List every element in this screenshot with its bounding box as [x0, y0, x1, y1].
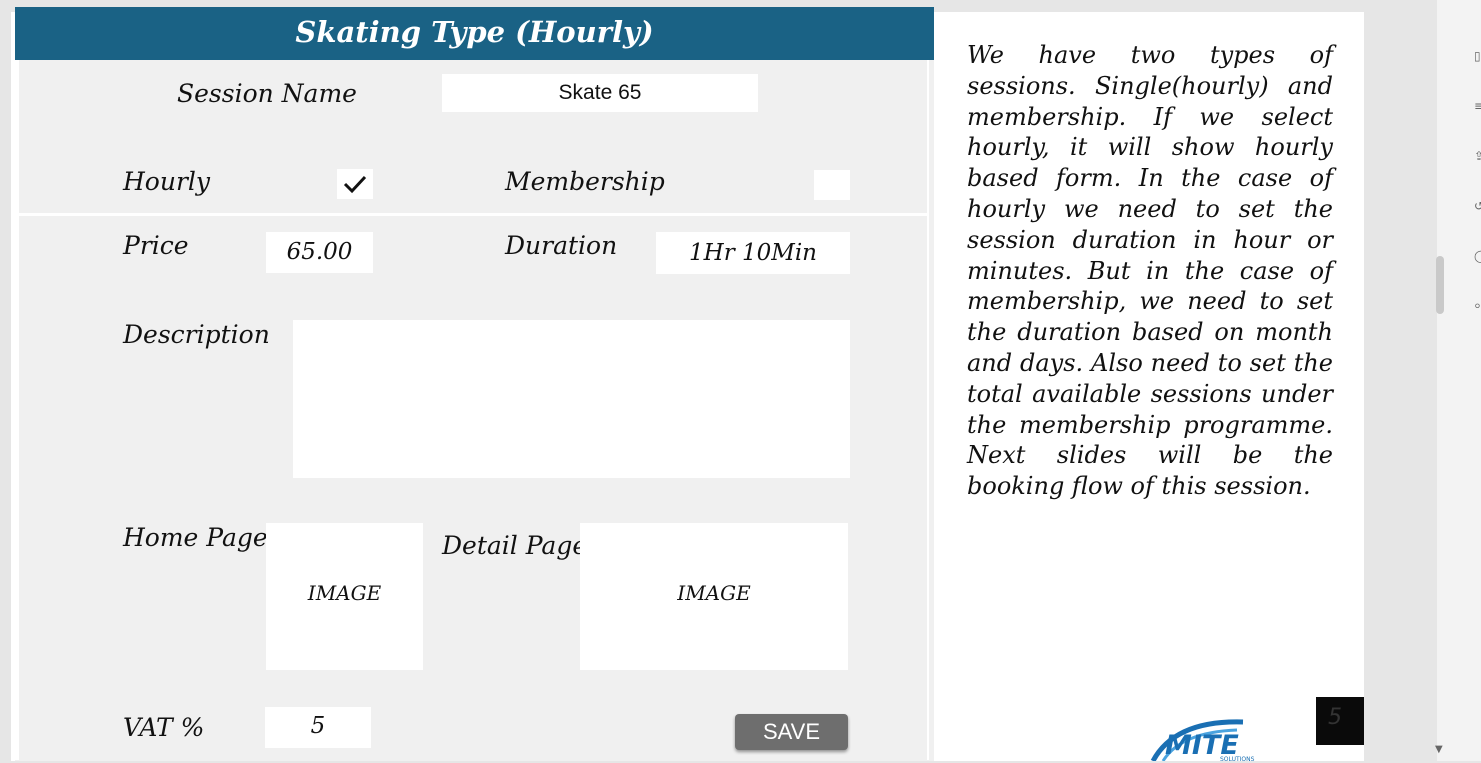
duration-input[interactable]: 1Hr 10Min	[656, 232, 850, 274]
explanation-note: We have two types of sessions. Single(ho…	[967, 41, 1333, 501]
panel-edge-left	[15, 60, 19, 760]
form-divider	[18, 213, 928, 216]
duration-label: Duration	[505, 231, 618, 260]
duration-value: 1Hr 10Min	[689, 240, 817, 266]
membership-checkbox[interactable]	[814, 170, 850, 200]
home-image-placeholder: IMAGE	[307, 581, 382, 605]
membership-label: Membership	[505, 167, 665, 196]
rail-tool-icon-4[interactable]: ↺	[1474, 200, 1481, 212]
company-logo: MITE SOLUTIONS	[1145, 712, 1255, 763]
form-title: Skating Type (Hourly)	[15, 7, 934, 60]
rail-tool-icon-5[interactable]: ◯	[1474, 250, 1481, 262]
session-name-input[interactable]: Skate 65	[442, 74, 758, 112]
hourly-label: Hourly	[123, 167, 211, 196]
detail-page-image-upload[interactable]: IMAGE	[580, 523, 848, 670]
logo-subtext: SOLUTIONS	[1220, 756, 1255, 763]
chevron-down-icon[interactable]: ▼	[1435, 744, 1445, 756]
right-tool-rail	[1437, 0, 1481, 761]
rail-tool-icon-2[interactable]: ≡	[1474, 100, 1481, 112]
description-label: Description	[123, 320, 270, 349]
rail-tool-icon-3[interactable]: ⇪	[1474, 150, 1481, 162]
rail-tool-icon-1[interactable]: ▯	[1474, 50, 1481, 62]
session-name-label: Session Name	[177, 79, 357, 108]
home-page-label: Home Page	[123, 523, 268, 552]
check-icon	[343, 175, 367, 194]
description-textarea[interactable]	[293, 320, 850, 478]
page-number-badge: 5	[1316, 697, 1364, 745]
hourly-checkbox[interactable]	[337, 169, 373, 199]
vat-label: VAT %	[123, 713, 205, 742]
panel-edge-right	[927, 60, 929, 760]
price-value: 65.00	[286, 239, 353, 265]
home-page-image-upload[interactable]: IMAGE	[266, 523, 423, 670]
session-name-value: Skate 65	[558, 81, 642, 104]
vat-value: 5	[310, 713, 326, 739]
session-form-mockup: Skating Type (Hourly) Session Name Skate…	[15, 7, 934, 761]
price-input[interactable]: 65.00	[266, 232, 373, 273]
page-number: 5	[1328, 705, 1342, 730]
save-button[interactable]: SAVE	[735, 714, 848, 750]
scrollbar-thumb[interactable]	[1436, 256, 1444, 314]
rail-tool-icon-6[interactable]: ⸰	[1474, 300, 1481, 312]
detail-image-placeholder: IMAGE	[677, 581, 751, 605]
price-label: Price	[123, 231, 189, 260]
detail-page-label: Detail Page	[442, 531, 588, 560]
vat-input[interactable]: 5	[265, 707, 371, 748]
